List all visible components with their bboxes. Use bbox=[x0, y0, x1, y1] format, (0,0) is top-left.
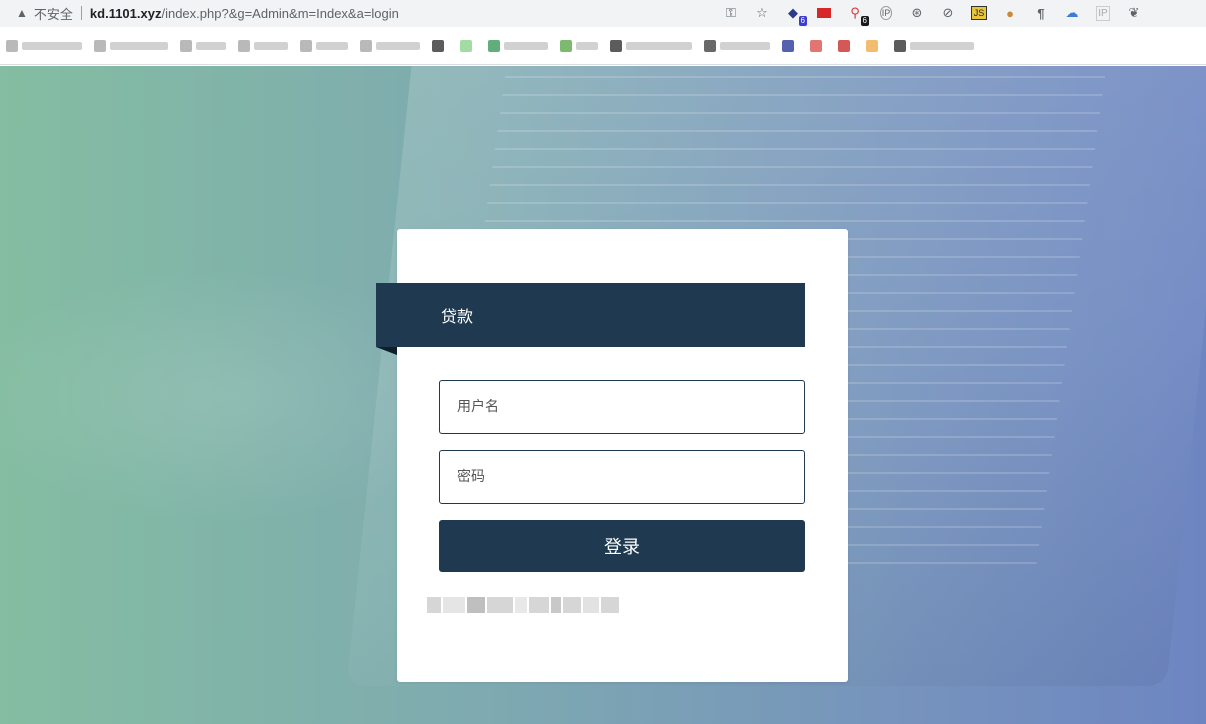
bookmark-icon bbox=[488, 39, 500, 52]
ip-label: IP bbox=[879, 6, 893, 20]
bookmark-item[interactable] bbox=[360, 39, 420, 52]
bookmarks-bar bbox=[0, 27, 1206, 65]
login-card: 贷款 登录 bbox=[376, 229, 848, 682]
bookmark-item[interactable] bbox=[810, 39, 826, 52]
url-host[interactable]: kd.1101.xyz bbox=[90, 6, 162, 21]
password-field[interactable] bbox=[439, 450, 805, 504]
bookmark-icon bbox=[238, 39, 250, 52]
bookmark-item[interactable] bbox=[610, 39, 692, 52]
warning-icon: ▲ bbox=[16, 6, 28, 20]
key-icon[interactable]: ⚿ bbox=[720, 2, 742, 24]
bookmark-item[interactable] bbox=[300, 39, 348, 52]
bookmark-item[interactable] bbox=[94, 39, 168, 52]
login-title: 贷款 bbox=[441, 307, 474, 326]
bookmark-icon bbox=[704, 39, 716, 52]
url-path[interactable]: /index.php?&g=Admin&m=Index&a=login bbox=[161, 6, 398, 21]
extension-ip-icon[interactable]: IP bbox=[875, 2, 897, 24]
extension-badge: 6 bbox=[860, 16, 869, 26]
extension-badge: 6 bbox=[798, 16, 807, 26]
bookmark-icon bbox=[560, 39, 572, 52]
extension-pilcrow-icon[interactable]: ¶ bbox=[1030, 2, 1052, 24]
bookmark-item[interactable] bbox=[180, 39, 226, 52]
extension-globe-icon[interactable]: ⊛ bbox=[906, 2, 928, 24]
extension-cookie-icon[interactable]: ● bbox=[999, 2, 1021, 24]
bookmark-item[interactable] bbox=[782, 39, 798, 52]
url-separator bbox=[80, 6, 82, 20]
extension-cloud-icon[interactable]: ☁ bbox=[1061, 2, 1083, 24]
login-header-ribbon: 贷款 bbox=[376, 283, 805, 347]
extension-flag-icon[interactable] bbox=[813, 2, 835, 24]
username-input[interactable] bbox=[440, 381, 804, 433]
extension-ip2-icon[interactable]: IP bbox=[1092, 2, 1114, 24]
bookmark-item[interactable] bbox=[560, 39, 598, 52]
username-field[interactable] bbox=[439, 380, 805, 434]
pilcrow-label: ¶ bbox=[1037, 5, 1045, 21]
extension-ban-icon[interactable]: ⊘ bbox=[937, 2, 959, 24]
bookmark-icon bbox=[782, 39, 794, 52]
bookmark-icon bbox=[6, 39, 18, 52]
bookmark-icon bbox=[838, 39, 850, 52]
bookmark-icon bbox=[300, 39, 312, 52]
bookmark-icon bbox=[432, 39, 444, 52]
bookmark-item[interactable] bbox=[460, 39, 476, 52]
address-bar[interactable]: ▲ 不安全 kd.1101.xyz/index.php?&g=Admin&m=I… bbox=[4, 1, 804, 25]
bookmark-item[interactable] bbox=[488, 39, 548, 52]
bookmark-item[interactable] bbox=[866, 39, 882, 52]
bookmark-icon bbox=[894, 39, 906, 52]
bookmark-icon bbox=[810, 39, 822, 52]
bookmark-item[interactable] bbox=[6, 39, 82, 52]
bookmark-item[interactable] bbox=[894, 39, 974, 52]
js-label: JS bbox=[970, 6, 988, 20]
bookmark-icon bbox=[460, 39, 472, 52]
ip2-label: IP bbox=[1096, 5, 1110, 21]
login-page-background: 贷款 登录 bbox=[0, 66, 1206, 724]
login-button[interactable]: 登录 bbox=[439, 520, 805, 572]
bookmark-icon bbox=[610, 39, 622, 52]
bookmark-icon bbox=[94, 39, 106, 52]
bookmark-item[interactable] bbox=[238, 39, 288, 52]
bookmark-icon bbox=[360, 39, 372, 52]
extensions-bar: ⚿ ☆ ◆ 6 ⚲ 6 IP ⊛ ⊘ JS ● ¶ ☁ IP ❦ bbox=[720, 2, 1154, 26]
blurred-footer-text bbox=[427, 595, 621, 615]
ribbon-fold bbox=[376, 347, 397, 355]
extension-pin-icon[interactable]: ⚲ 6 bbox=[844, 2, 869, 26]
extension-diamond-icon[interactable]: ◆ 6 bbox=[782, 2, 807, 26]
bookmark-icon bbox=[866, 39, 878, 52]
password-input[interactable] bbox=[440, 451, 804, 503]
star-icon[interactable]: ☆ bbox=[751, 2, 773, 24]
evernote-icon[interactable]: ❦ bbox=[1123, 2, 1145, 24]
bookmark-item[interactable] bbox=[838, 39, 854, 52]
extension-js-icon[interactable]: JS bbox=[968, 2, 990, 24]
bookmark-item[interactable] bbox=[704, 39, 770, 52]
security-label[interactable]: 不安全 bbox=[34, 4, 73, 23]
browser-toolbar: ▲ 不安全 kd.1101.xyz/index.php?&g=Admin&m=I… bbox=[0, 0, 1206, 27]
bookmark-icon bbox=[180, 39, 192, 52]
bookmark-item[interactable] bbox=[432, 39, 448, 52]
